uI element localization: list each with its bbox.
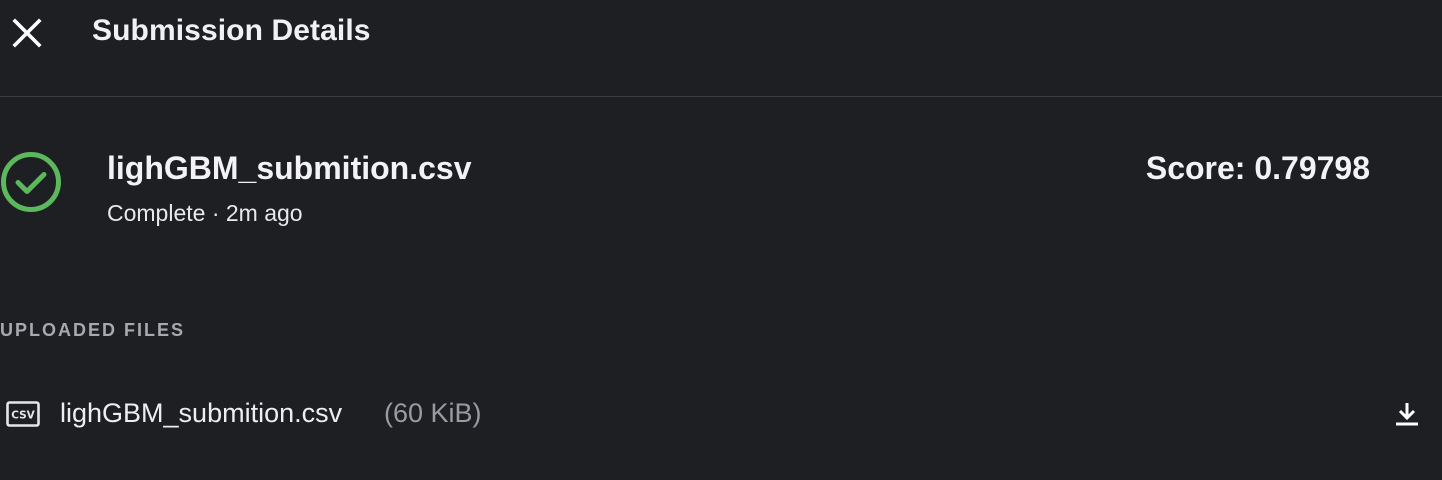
check-circle-icon: [1, 152, 61, 212]
submission-status: Complete · 2m ago: [107, 200, 303, 226]
download-icon[interactable]: [1393, 400, 1421, 428]
submission-score: Score: 0.79798: [1145, 150, 1370, 186]
csv-file-icon: CSV: [6, 401, 40, 427]
close-button[interactable]: [8, 14, 46, 52]
submission-details-panel: Submission Details lighGBM_submition.csv…: [0, 0, 1442, 480]
close-icon[interactable]: [10, 16, 44, 50]
page-title: Submission Details: [92, 14, 371, 47]
submission-file-name: lighGBM_submition.csv: [107, 150, 472, 186]
uploaded-file-size: (60 KiB): [384, 398, 482, 428]
uploaded-files-label: UPLOADED FILES: [0, 320, 186, 340]
svg-text:CSV: CSV: [11, 410, 35, 422]
uploaded-file-row: CSV lighGBM_submition.csv (60 KiB): [0, 384, 1442, 444]
panel-header: Submission Details: [0, 0, 1442, 97]
uploaded-file-name: lighGBM_submition.csv: [60, 398, 343, 428]
download-button[interactable]: [1389, 396, 1425, 432]
